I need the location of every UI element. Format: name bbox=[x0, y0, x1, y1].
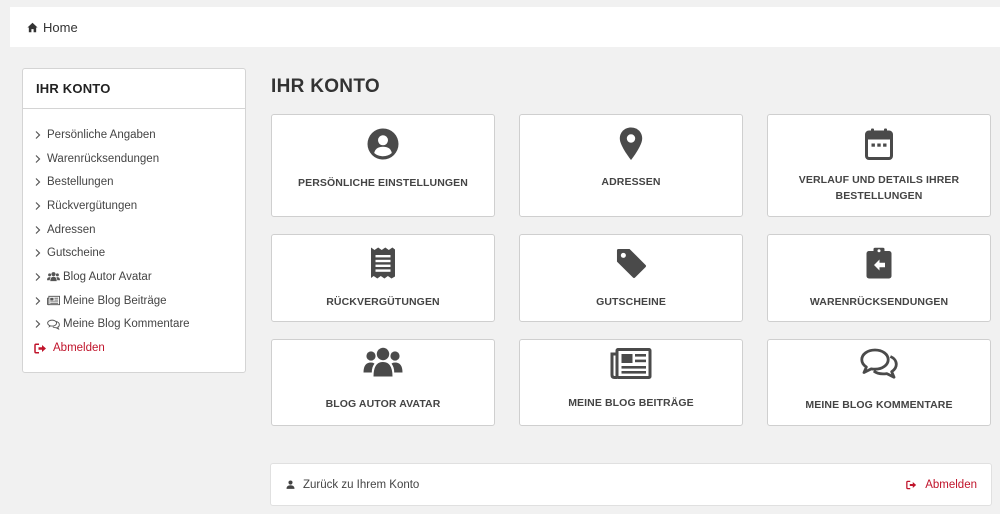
sidebar-item-label: Rückvergütungen bbox=[47, 199, 138, 212]
newspaper-icon bbox=[610, 348, 652, 379]
back-to-account-label: Zurück zu Ihrem Konto bbox=[303, 478, 420, 491]
map-marker-icon bbox=[619, 127, 643, 160]
tile-label: MEINE BLOG BEITRÄGE bbox=[568, 397, 694, 409]
breadcrumb: Home bbox=[10, 7, 1000, 47]
tile-addresses[interactable]: ADRESSEN bbox=[519, 114, 743, 217]
sidebar-item-orders[interactable]: Bestellungen bbox=[34, 170, 245, 194]
user-circle-icon bbox=[367, 128, 399, 160]
chevron-right-icon bbox=[35, 225, 41, 234]
account-footer: Zurück zu Ihrem Konto Abmelden bbox=[270, 463, 992, 506]
sidebar-item-label: Warenrücksendungen bbox=[47, 152, 160, 165]
sidebar-item-label: Persönliche Angaben bbox=[47, 128, 156, 141]
chevron-right-icon bbox=[35, 273, 41, 281]
tile-label: PERSÖNLICHE EINSTELLUNGEN bbox=[298, 177, 468, 189]
sidebar-menu: Persönliche Angaben Warenrücksendungen B… bbox=[23, 109, 245, 360]
sidebar-item-refunds[interactable]: Rückvergütungen bbox=[34, 194, 245, 218]
sidebar-item-vouchers[interactable]: Gutscheine bbox=[34, 241, 245, 265]
comments-icon bbox=[860, 348, 898, 379]
tile-my-blog-posts[interactable]: MEINE BLOG BEITRÄGE bbox=[519, 339, 743, 426]
newspaper-icon bbox=[47, 296, 60, 306]
sidebar-logout-label: Abmelden bbox=[53, 342, 105, 355]
page-title: IHR KONTO bbox=[271, 76, 380, 97]
clipboard-return-icon bbox=[866, 247, 892, 279]
home-icon bbox=[27, 22, 38, 32]
chevron-right-icon bbox=[35, 201, 41, 210]
receipt-icon bbox=[371, 247, 395, 279]
chevron-right-icon bbox=[35, 296, 41, 305]
user-icon bbox=[286, 480, 295, 489]
sidebar-item-returns[interactable]: Warenrücksendungen bbox=[34, 147, 245, 171]
tile-blog-author-avatar[interactable]: BLOG AUTOR AVATAR bbox=[271, 339, 495, 426]
footer-logout-label: Abmelden bbox=[925, 478, 977, 491]
chevron-right-icon bbox=[35, 178, 41, 187]
sidebar-item-label: Bestellungen bbox=[47, 176, 114, 189]
tile-refunds[interactable]: RÜCKVERGÜTUNGEN bbox=[271, 234, 495, 322]
sidebar-item-addresses[interactable]: Adressen bbox=[34, 218, 245, 242]
account-sidebar: IHR KONTO Persönliche Angaben Warenrücks… bbox=[22, 68, 246, 373]
tile-label: ADRESSEN bbox=[601, 176, 661, 188]
chevron-right-icon bbox=[35, 154, 41, 163]
users-icon bbox=[47, 272, 60, 282]
tile-label: VERLAUF UND DETAILS IHRER BESTELLUNGEN bbox=[798, 174, 960, 202]
tile-returns[interactable]: WARENRÜCKSENDUNGEN bbox=[767, 234, 991, 322]
sidebar-item-label: Gutscheine bbox=[47, 247, 106, 260]
sign-out-icon bbox=[906, 480, 917, 489]
sidebar-item-blog-comments[interactable]: Meine Blog Kommentare bbox=[34, 313, 245, 337]
tile-label: GUTSCHEINE bbox=[596, 296, 666, 308]
chevron-right-icon bbox=[35, 249, 41, 258]
tile-personal-settings[interactable]: PERSÖNLICHE EINSTELLUNGEN bbox=[271, 114, 495, 217]
tile-order-history[interactable]: VERLAUF UND DETAILS IHRER BESTELLUNGEN bbox=[767, 114, 991, 217]
sidebar-item-personal-data[interactable]: Persönliche Angaben bbox=[34, 123, 245, 147]
comments-icon bbox=[47, 319, 60, 330]
users-icon bbox=[363, 347, 403, 377]
sidebar-item-label: Meine Blog Kommentare bbox=[63, 318, 190, 331]
back-to-account-link[interactable]: Zurück zu Ihrem Konto bbox=[286, 479, 419, 491]
calendar-icon bbox=[865, 128, 893, 160]
sidebar-item-label: Blog Autor Avatar bbox=[63, 270, 152, 283]
sidebar-item-blog-avatar[interactable]: Blog Autor Avatar bbox=[34, 265, 245, 289]
sidebar-title: IHR KONTO bbox=[23, 69, 245, 109]
tile-my-blog-comments[interactable]: MEINE BLOG KOMMENTARE bbox=[767, 339, 991, 426]
sidebar-item-blog-posts[interactable]: Meine Blog Beiträge bbox=[34, 289, 245, 313]
sign-out-icon bbox=[34, 342, 46, 354]
sidebar-item-label: Adressen bbox=[47, 223, 96, 236]
sidebar-item-label: Meine Blog Beiträge bbox=[63, 294, 167, 307]
tile-label: RÜCKVERGÜTUNGEN bbox=[326, 296, 440, 308]
tile-label: WARENRÜCKSENDUNGEN bbox=[809, 296, 949, 308]
tag-icon bbox=[616, 248, 646, 279]
chevron-right-icon bbox=[35, 320, 41, 329]
chevron-right-icon bbox=[35, 130, 41, 139]
sidebar-logout-link[interactable]: Abmelden bbox=[34, 336, 245, 360]
tile-label: MEINE BLOG KOMMENTARE bbox=[805, 399, 953, 411]
breadcrumb-home-link[interactable]: Home bbox=[43, 20, 78, 35]
tile-vouchers[interactable]: GUTSCHEINE bbox=[519, 234, 743, 322]
tile-label: BLOG AUTOR AVATAR bbox=[325, 398, 441, 410]
top-strip bbox=[10, 0, 1000, 7]
footer-logout-link[interactable]: Abmelden bbox=[906, 479, 977, 491]
